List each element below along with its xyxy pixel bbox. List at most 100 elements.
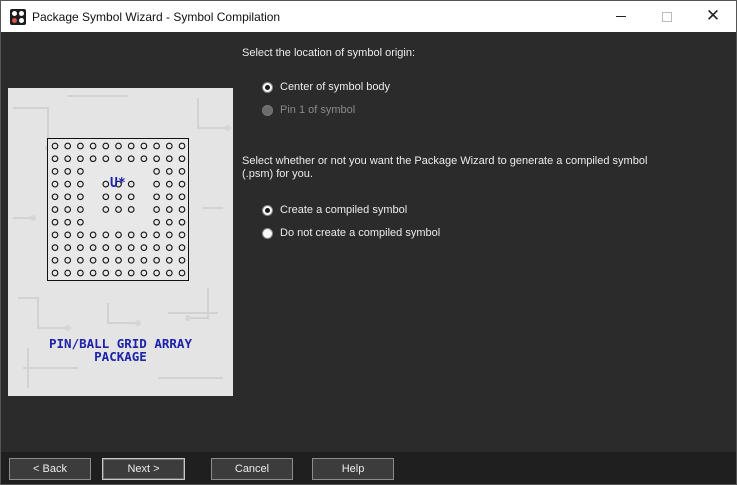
bga-ball xyxy=(165,244,173,251)
bga-ball xyxy=(51,206,59,213)
bga-ball xyxy=(153,180,160,188)
bga-ball xyxy=(115,269,122,277)
bga-ball xyxy=(153,206,160,213)
radio-center-of-symbol-body[interactable]: Center of symbol body xyxy=(262,80,390,94)
bga-ball xyxy=(77,256,84,264)
compile-question-label: Select whether or not you want the Packa… xyxy=(242,155,648,180)
bga-ball xyxy=(77,244,84,251)
bga-ball xyxy=(51,256,59,264)
bga-ball xyxy=(165,256,173,264)
bga-ball xyxy=(115,244,122,251)
bga-ball xyxy=(140,269,148,277)
bga-ball xyxy=(178,218,186,226)
bga-ball xyxy=(153,168,160,175)
bga-ball xyxy=(51,269,59,277)
bga-ball xyxy=(165,193,173,201)
reference-designator: U* xyxy=(110,176,126,191)
bga-ball xyxy=(51,168,59,175)
bga-ball xyxy=(89,142,97,150)
bga-ball xyxy=(64,256,72,264)
bga-ball xyxy=(102,155,110,163)
close-button[interactable]: ✕ xyxy=(690,1,736,32)
bga-ball xyxy=(178,155,186,163)
bga-ball xyxy=(127,155,135,163)
bga-ball xyxy=(165,168,173,175)
minimize-icon xyxy=(616,16,626,17)
bga-ball xyxy=(115,231,122,239)
bga-ball xyxy=(165,269,173,277)
bga-ball xyxy=(64,244,72,251)
maximize-icon xyxy=(662,11,672,22)
bga-ball xyxy=(102,231,110,239)
bga-ball xyxy=(153,142,160,150)
bga-ball xyxy=(102,193,110,201)
bga-ball xyxy=(127,180,135,188)
bga-ball xyxy=(115,206,122,213)
ball-grid xyxy=(51,142,186,277)
radio-label: Center of symbol body xyxy=(280,81,391,93)
help-button[interactable]: Help xyxy=(312,458,394,480)
cancel-button[interactable]: Cancel xyxy=(211,458,293,480)
maximize-button[interactable] xyxy=(644,1,690,32)
bga-ball xyxy=(89,155,97,163)
bga-ball xyxy=(51,218,59,226)
bga-ball xyxy=(178,180,186,188)
bga-ball xyxy=(140,231,148,239)
bga-ball xyxy=(77,269,84,277)
bga-ball xyxy=(127,193,135,201)
bga-ball xyxy=(178,269,186,277)
title-bar: Package Symbol Wizard - Symbol Compilati… xyxy=(1,1,736,32)
bga-ball xyxy=(178,142,186,150)
bga-ball xyxy=(64,180,72,188)
back-button[interactable]: < Back xyxy=(9,458,91,480)
bga-ball xyxy=(140,244,148,251)
radio-button-icon[interactable] xyxy=(262,227,273,239)
bga-ball xyxy=(140,155,148,163)
bga-ball xyxy=(102,269,110,277)
bga-ball xyxy=(127,142,135,150)
radio-create-compiled-symbol[interactable]: Create a compiled symbol xyxy=(262,203,407,217)
bga-ball xyxy=(77,218,84,226)
bga-ball xyxy=(153,193,160,201)
bga-ball xyxy=(89,256,97,264)
bga-ball xyxy=(77,155,84,163)
bga-ball xyxy=(51,142,59,150)
bga-ball xyxy=(153,269,160,277)
bga-ball xyxy=(127,231,135,239)
bga-ball xyxy=(178,168,186,175)
bga-ball xyxy=(127,206,135,213)
bga-ball xyxy=(102,244,110,251)
bga-ball xyxy=(77,193,84,201)
origin-question-label: Select the location of symbol origin: xyxy=(242,47,416,59)
next-button[interactable]: Next > xyxy=(102,458,185,480)
bga-ball xyxy=(165,180,173,188)
radio-label: Create a compiled symbol xyxy=(280,204,408,216)
radio-button-icon xyxy=(262,104,273,116)
bga-ball xyxy=(178,244,186,251)
bga-ball xyxy=(127,256,135,264)
bga-ball xyxy=(153,231,160,239)
window-title: Package Symbol Wizard - Symbol Compilati… xyxy=(32,10,281,24)
bga-ball xyxy=(102,180,110,188)
bga-ball xyxy=(77,180,84,188)
bga-ball xyxy=(165,155,173,163)
bga-ball xyxy=(64,168,72,175)
radio-label: Do not create a compiled symbol xyxy=(280,227,441,239)
bga-ball xyxy=(89,244,97,251)
bga-ball xyxy=(102,206,110,213)
radio-button-icon[interactable] xyxy=(262,81,273,93)
radio-do-not-create-compiled-symbol[interactable]: Do not create a compiled symbol xyxy=(262,226,440,240)
bga-ball xyxy=(140,256,148,264)
bga-ball xyxy=(102,142,110,150)
radio-pin-1-of-symbol: Pin 1 of symbol xyxy=(262,103,355,117)
radio-button-icon[interactable] xyxy=(262,204,273,216)
bga-ball xyxy=(178,206,186,213)
package-caption-line2: PACKAGE xyxy=(94,349,147,364)
bga-ball xyxy=(127,269,135,277)
minimize-button[interactable] xyxy=(598,1,644,32)
bga-ball xyxy=(64,142,72,150)
wizard-app-icon xyxy=(10,9,26,25)
bga-ball xyxy=(77,168,84,175)
bga-package-outline: U* xyxy=(47,138,189,281)
bga-ball xyxy=(165,218,173,226)
